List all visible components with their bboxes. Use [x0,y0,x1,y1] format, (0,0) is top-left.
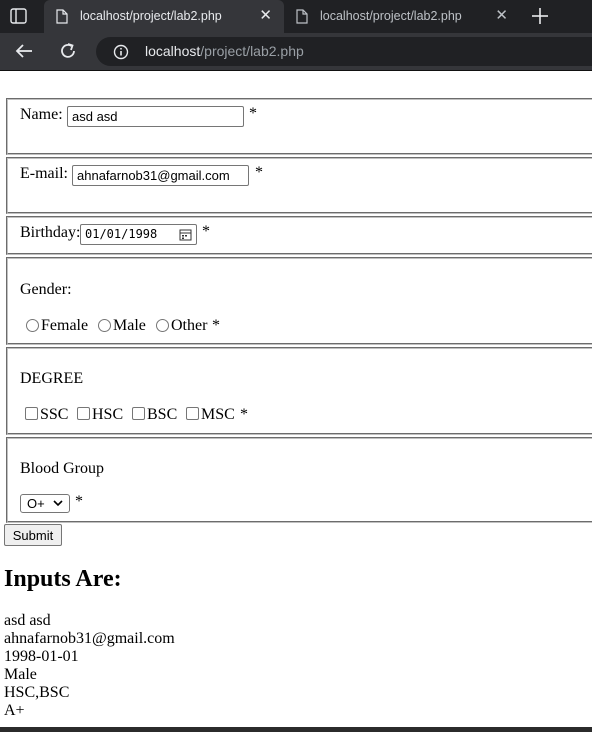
new-tab-icon[interactable] [528,3,552,29]
chevron-down-icon [53,500,63,507]
results-heading: Inputs Are: [4,566,122,592]
result-line-blood-group: A+ [4,702,25,719]
blood-group-fieldset: Blood Group O+ * [6,437,592,523]
email-input[interactable] [72,165,249,186]
address-bar[interactable]: localhost/project/lab2.php [96,37,592,66]
gender-male-radio[interactable] [98,319,111,332]
result-line-email: ahnafarnob31@gmail.com [4,630,175,647]
browser-toolbar: localhost/project/lab2.php [0,33,592,70]
required-mark: * [75,493,83,510]
gender-female-label: Female [41,317,89,334]
required-mark: * [202,223,210,240]
birthday-label: Birthday: [20,224,81,241]
required-mark: * [249,105,257,122]
url-text: localhost/project/lab2.php [145,43,304,59]
degree-hsc-checkbox[interactable] [77,407,90,420]
degree-ssc-label: SSC [40,406,69,423]
tab-title: localhost/project/lab2.php [320,9,462,23]
document-icon [296,9,308,24]
blood-group-label: Blood Group [20,460,104,477]
document-icon [56,9,68,24]
tab-strip: localhost/project/lab2.php ✕ localhost/p… [0,0,592,33]
tab-inactive[interactable]: localhost/project/lab2.php ✕ [284,0,520,33]
sidebar-toggle-icon[interactable] [8,6,30,26]
result-line-gender: Male [4,666,37,683]
taskbar-edge [0,727,592,732]
email-label: E-mail: [20,165,68,182]
name-input[interactable] [67,106,244,127]
degree-hsc-label: HSC [92,406,124,423]
blood-group-selected: O+ [27,496,45,511]
result-line-degree: HSC,BSC [4,684,70,701]
degree-msc-label: MSC [201,406,235,423]
degree-bsc-label: BSC [147,406,178,423]
required-mark: * [255,164,263,181]
gender-other-radio[interactable] [156,319,169,332]
page-content: Name: * E-mail: * Birthday: 01/01/1998 *… [0,71,592,732]
name-label: Name: [20,106,63,123]
blood-group-select[interactable]: O+ [20,494,70,513]
back-arrow-icon[interactable] [14,41,34,61]
submit-button[interactable]: Submit [4,524,62,546]
tab-active[interactable]: localhost/project/lab2.php ✕ [44,0,284,33]
url-path: /project/lab2.php [200,43,304,59]
degree-bsc-checkbox[interactable] [132,407,145,420]
required-mark: * [212,317,220,334]
birthday-fieldset: Birthday: 01/01/1998 * [6,216,592,255]
close-tab-icon[interactable]: ✕ [495,7,508,25]
degree-fieldset: DEGREE SSC HSC BSC MSC * [6,347,592,435]
degree-label: DEGREE [20,370,84,387]
email-fieldset: E-mail: * [6,157,592,214]
tab-title: localhost/project/lab2.php [80,9,222,23]
gender-label: Gender: [20,281,72,298]
birthday-value: 01/01/1998 [85,227,158,241]
birthday-input[interactable]: 01/01/1998 [80,224,197,245]
gender-other-label: Other [171,317,208,334]
calendar-icon[interactable] [179,228,192,241]
gender-female-radio[interactable] [26,319,39,332]
required-mark: * [240,406,248,423]
degree-msc-checkbox[interactable] [186,407,199,420]
name-fieldset: Name: * [6,98,592,155]
close-tab-icon[interactable]: ✕ [259,7,272,25]
gender-fieldset: Gender: Female Male Other * [6,257,592,345]
reload-icon[interactable] [58,41,78,61]
result-line-name: asd asd [4,612,51,629]
gender-male-label: Male [113,317,146,334]
result-line-birthday: 1998-01-01 [4,648,79,665]
info-icon[interactable] [113,44,129,60]
url-host: localhost [145,43,201,59]
degree-ssc-checkbox[interactable] [25,407,38,420]
